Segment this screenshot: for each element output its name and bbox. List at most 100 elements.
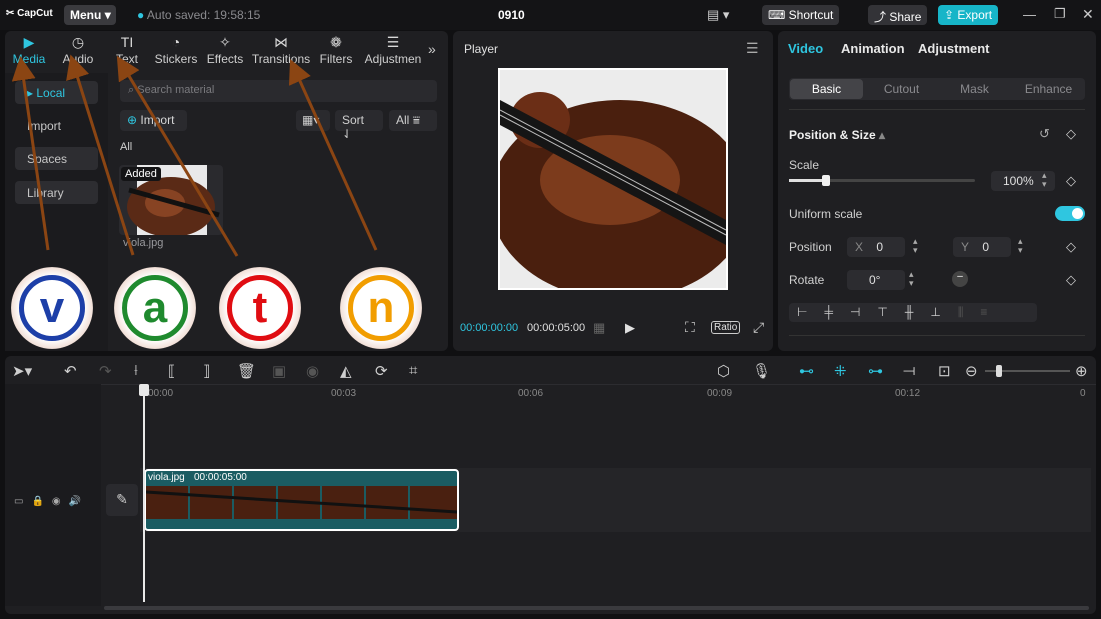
distribute-v-icon[interactable]: ≡ — [980, 305, 1004, 319]
playhead[interactable] — [143, 384, 145, 602]
undo-icon[interactable]: ↶ — [64, 362, 77, 380]
mirror-icon[interactable]: ◭ — [340, 362, 352, 380]
keyframe-icon[interactable]: ◇ — [1066, 126, 1076, 142]
preview-axis-icon[interactable]: ⟞ — [903, 362, 915, 379]
maximize-icon[interactable]: ❐ — [1054, 6, 1066, 22]
player-title: Player — [464, 42, 499, 56]
keyframe-icon[interactable]: ◇ — [1066, 272, 1076, 288]
close-icon[interactable]: ✕ — [1082, 6, 1094, 23]
horizontal-scrollbar[interactable] — [104, 606, 1089, 610]
player-preview[interactable] — [490, 68, 750, 300]
tab-video[interactable]: Video — [788, 41, 823, 56]
shortcut-button[interactable]: ⌨ Shortcut — [762, 5, 840, 25]
zoom-out-icon[interactable]: ⊖ — [965, 362, 978, 380]
export-label: Export — [957, 8, 993, 22]
timeline-ruler: 00:00 00:03 00:06 00:09 00:12 0 — [100, 385, 1096, 401]
y-stepper-icon[interactable]: ▴ ▾ — [1018, 237, 1023, 255]
annotation-circle-a: a — [114, 267, 196, 349]
uniform-scale-toggle[interactable] — [1055, 206, 1085, 221]
letter-v-icon: v — [19, 275, 85, 341]
player-menu-icon[interactable]: ☰ — [746, 40, 759, 57]
microphone-icon[interactable]: 🎙 — [752, 362, 771, 380]
split-left-icon[interactable]: ⟦ — [168, 362, 175, 380]
crop-icon[interactable]: ⌗ — [409, 362, 417, 379]
playhead-handle[interactable] — [139, 384, 149, 396]
scale-value: 100% — [1003, 174, 1034, 188]
speaker-icon[interactable]: 🔊 — [69, 496, 89, 507]
timeline-grid-icon[interactable]: ▦ — [593, 320, 605, 336]
letter-t-icon: t — [227, 275, 293, 341]
position-x-input[interactable]: X 0 — [847, 237, 905, 257]
redo-icon[interactable]: ↷ — [99, 362, 112, 380]
ruler-tick: 00:09 — [707, 388, 733, 399]
select-tool-icon[interactable]: ➤▾ — [12, 362, 32, 380]
fullscreen-frame-icon[interactable]: ⛶ — [685, 319, 695, 336]
share-label: Share — [889, 10, 922, 24]
lock-icon[interactable]: 🔒 — [31, 496, 51, 507]
delete-icon[interactable]: 🗑 — [237, 362, 256, 380]
subtab-cutout[interactable]: Cutout — [865, 82, 938, 96]
arrow-to-media — [11, 56, 50, 251]
video-clip[interactable]: viola.jpg 00:00:05:00 — [144, 469, 459, 531]
x-stepper-icon[interactable]: ▴ ▾ — [913, 237, 918, 255]
ruler-tick: 00:12 — [895, 388, 921, 399]
reset-icon[interactable]: ↺ — [1039, 126, 1050, 142]
distribute-h-icon[interactable]: ⫼ — [958, 305, 981, 319]
layout-icon[interactable]: ▤ ▾ — [707, 7, 729, 23]
tab-adjustment-inspector[interactable]: Adjustment — [918, 41, 990, 56]
project-title: 0910 — [498, 8, 525, 22]
link-icon[interactable]: ⊷ — [799, 362, 814, 380]
ai-tool-icon[interactable]: ⬡ — [717, 362, 730, 380]
position-y-input[interactable]: Y 0 — [953, 237, 1011, 257]
align-top-icon[interactable]: ⊤ — [877, 305, 904, 319]
toggle-knob — [1072, 208, 1083, 219]
align-center-icon[interactable]: ╪ — [824, 305, 850, 319]
zoom-slider-handle[interactable] — [996, 365, 1002, 377]
rotate-dial-icon[interactable]: – — [952, 271, 968, 287]
split-icon[interactable]: ⟊ — [134, 362, 138, 379]
scale-slider-handle[interactable] — [822, 175, 831, 186]
rotate-stepper-icon[interactable]: ▴ ▾ — [909, 270, 914, 288]
eye-icon[interactable]: ◉ — [52, 496, 69, 507]
edit-cover-button[interactable]: ✎ — [106, 484, 138, 516]
reverse-icon[interactable]: ◉ — [306, 362, 319, 380]
x-label: X — [855, 240, 864, 254]
zoom-in-icon[interactable]: ⊕ — [1075, 362, 1088, 380]
split-right-icon[interactable]: ⟧ — [203, 362, 210, 380]
keyframe-icon[interactable]: ◇ — [1066, 173, 1076, 189]
track-controls: ▭🔒◉🔊 — [14, 496, 89, 507]
scale-slider-track[interactable] — [789, 179, 975, 182]
chevron-up-icon[interactable]: ▴ — [879, 128, 885, 142]
clip-filmstrip — [146, 486, 457, 519]
expand-icon[interactable]: ⤢ — [753, 319, 764, 336]
clip-name: viola.jpg — [148, 472, 185, 483]
letter-a-icon: a — [122, 275, 188, 341]
rotate-icon[interactable]: ⟳ — [375, 362, 388, 380]
fit-icon[interactable]: ⊡ — [938, 362, 951, 380]
tab-animation[interactable]: Animation — [841, 41, 905, 56]
video-track-icon[interactable]: ▭ — [14, 496, 31, 507]
ruler-tick: 00:03 — [331, 388, 357, 399]
align-bottom-icon[interactable]: ⊥ — [930, 305, 957, 319]
snap-icon[interactable]: ⁜ — [834, 362, 847, 380]
clip-duration: 00:00:05:00 — [194, 472, 247, 483]
freeze-icon[interactable]: ▣ — [272, 362, 286, 380]
subtab-enhance[interactable]: Enhance — [1012, 82, 1085, 96]
share-button[interactable]: ⤴ Share — [868, 5, 928, 25]
subtab-mask[interactable]: Mask — [938, 82, 1011, 96]
scale-stepper-icon[interactable]: ▴ ▾ — [1042, 171, 1047, 189]
scale-slider-fill — [789, 179, 827, 182]
align-left-icon[interactable]: ⊢ — [797, 305, 824, 319]
rotate-input[interactable]: 0° — [847, 270, 905, 290]
ruler-tick: 00:00 — [148, 388, 174, 399]
ratio-button[interactable]: Ratio — [711, 321, 741, 334]
align-right-icon[interactable]: ⊣ — [850, 305, 877, 319]
align-middle-icon[interactable]: ╫ — [905, 305, 931, 319]
subtab-basic[interactable]: Basic — [790, 79, 863, 99]
play-icon[interactable]: ▶ — [625, 320, 635, 336]
minimize-icon[interactable]: — — [1023, 7, 1036, 22]
keyframe-icon[interactable]: ◇ — [1066, 239, 1076, 255]
linkage-icon[interactable]: ⊶ — [868, 362, 883, 380]
section-title-label: Position & Size — [789, 128, 876, 142]
export-button[interactable]: ⇪ Export — [938, 5, 999, 25]
